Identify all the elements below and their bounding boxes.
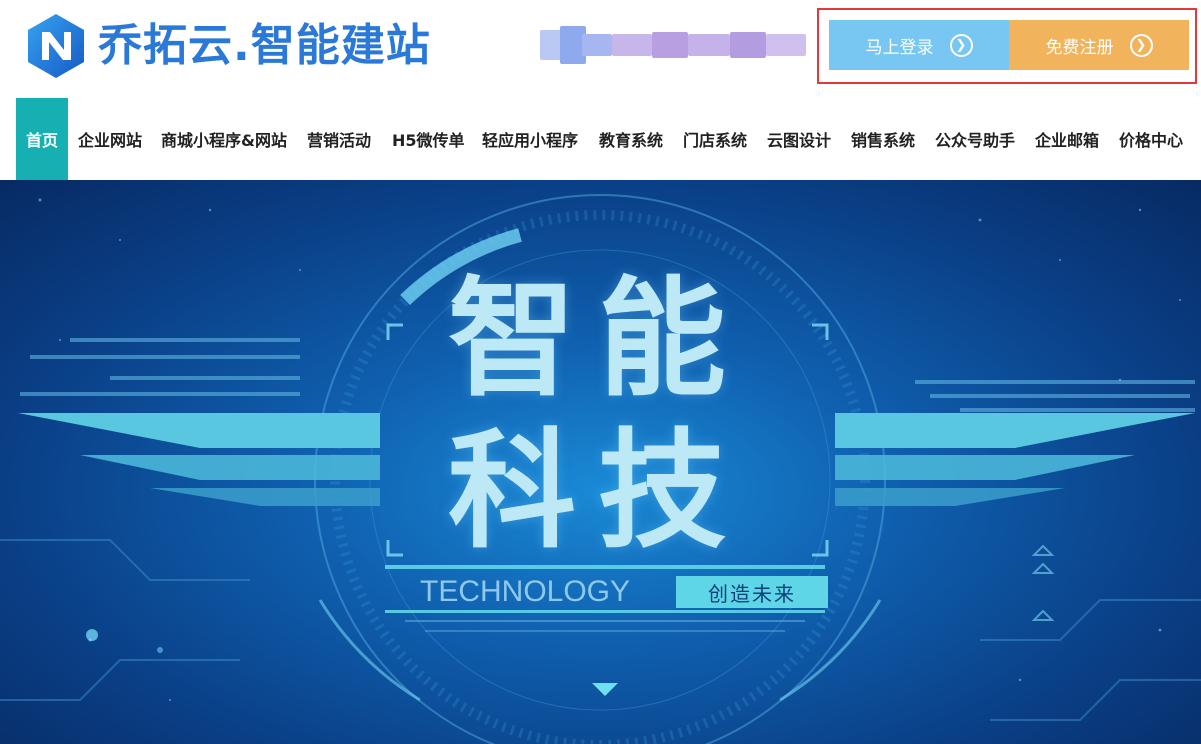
nav-item-education[interactable]: 教育系统 <box>599 98 663 180</box>
nav-item-h5[interactable]: H5微传单 <box>392 98 465 180</box>
login-label: 马上登录 <box>865 37 934 58</box>
logo-text[interactable]: 乔拓云.智能建站 <box>98 18 431 74</box>
nav-item-light-app[interactable]: 轻应用小程序 <box>482 98 578 180</box>
hero-title-line2: 科技 <box>448 417 749 566</box>
nav-item-store[interactable]: 门店系统 <box>683 98 747 180</box>
nav-item-pricing[interactable]: 价格中心 <box>1119 98 1183 180</box>
blurred-phone-number <box>540 22 808 68</box>
auth-button-group: 马上登录 ❯ 免费注册 ❯ <box>817 8 1197 84</box>
hero-banner[interactable]: 智能 科技 TECHNOLOGY 创造未来 <box>0 180 1201 744</box>
chevron-right-circle-icon: ❯ <box>1129 33 1153 57</box>
nav-item-cloud-design[interactable]: 云图设计 <box>767 98 831 180</box>
nav-item-mall[interactable]: 商城小程序&网站 <box>161 98 287 180</box>
logo-n-icon[interactable] <box>22 12 90 80</box>
register-label: 免费注册 <box>1045 37 1114 58</box>
nav-item-home[interactable]: 首页 <box>16 98 68 180</box>
main-nav: 首页 企业网站 商城小程序&网站 营销活动 H5微传单 轻应用小程序 教育系统 … <box>0 98 1201 180</box>
register-button[interactable]: 免费注册 ❯ <box>1009 20 1189 70</box>
hero-title-line1: 智能 <box>448 265 749 414</box>
nav-item-enterprise-site[interactable]: 企业网站 <box>78 98 142 180</box>
chevron-right-circle-icon: ❯ <box>949 33 973 57</box>
nav-item-marketing[interactable]: 营销活动 <box>307 98 371 180</box>
nav-item-official-account[interactable]: 公众号助手 <box>935 98 1015 180</box>
site-header: 乔拓云.智能建站 马上登录 ❯ 免费注册 ❯ <box>0 0 1201 98</box>
login-button[interactable]: 马上登录 ❯ <box>829 20 1009 70</box>
nav-item-mail[interactable]: 企业邮箱 <box>1035 98 1099 180</box>
technology-text: TECHNOLOGY <box>420 575 631 608</box>
tagline-badge: 创造未来 <box>676 576 828 608</box>
nav-item-sales[interactable]: 销售系统 <box>851 98 915 180</box>
